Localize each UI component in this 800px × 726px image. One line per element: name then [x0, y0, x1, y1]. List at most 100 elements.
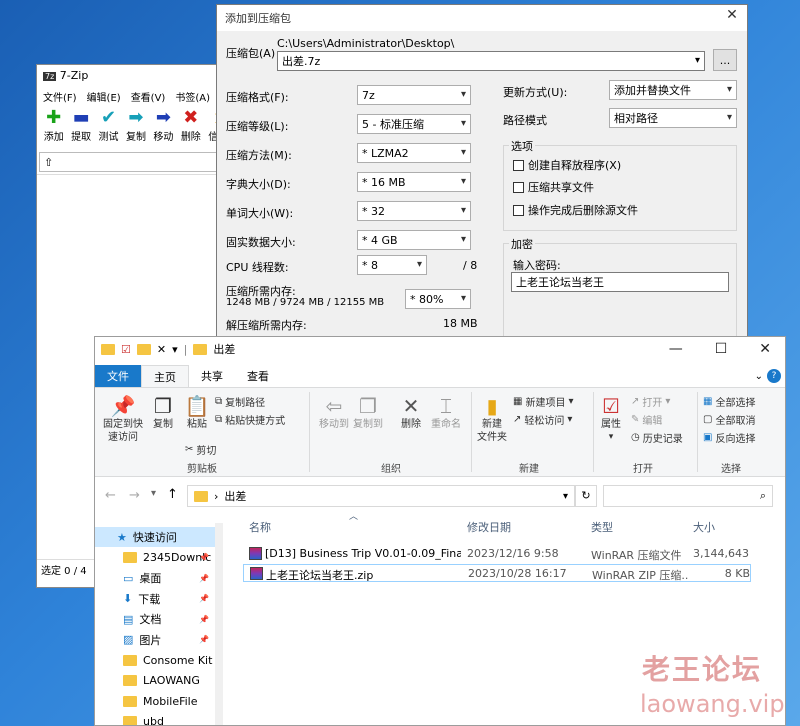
option-sfx[interactable]: 创建自释放程序(X): [513, 157, 621, 173]
nav-item[interactable]: ubd: [95, 712, 223, 725]
nav-item[interactable]: 2345Downlc 📌: [95, 548, 223, 568]
move-to-button[interactable]: ⇦ 移动到: [317, 394, 351, 431]
tab-home[interactable]: 主页: [141, 365, 189, 387]
option-sfx-checkbox[interactable]: [513, 159, 524, 171]
tool-delete-button[interactable]: ✖ 删除: [178, 108, 203, 148]
path-mode-select[interactable]: 相对路径 ▾: [609, 108, 737, 128]
tab-share[interactable]: 共享: [189, 365, 235, 387]
setting-select[interactable]: * LZMA2 ▾: [357, 143, 471, 163]
setting-select[interactable]: 5 - 标准压缩 ▾: [357, 114, 471, 134]
column-name[interactable]: 名称: [249, 519, 271, 535]
nav-item[interactable]: Consome Kitch: [95, 650, 223, 670]
pin-icon[interactable]: 📌: [199, 574, 209, 583]
edit-button[interactable]: ✎ 编辑: [631, 412, 662, 427]
nav-item[interactable]: ⬇ 下载 📌: [95, 589, 223, 609]
winrar-archive-icon: [250, 567, 263, 580]
setting-select[interactable]: * 32 ▾: [357, 201, 471, 221]
easy-access-button[interactable]: ↗ 轻松访问 ▾: [513, 412, 572, 427]
search-input[interactable]: ⌕: [603, 485, 773, 507]
recent-dropdown-icon[interactable]: ▾: [151, 488, 156, 499]
7zip-address-bar[interactable]: ⇧: [39, 152, 233, 172]
memory-usage-select[interactable]: * 80% ▾: [405, 289, 471, 309]
browse-button[interactable]: ...: [713, 49, 737, 71]
column-size[interactable]: 大小: [693, 519, 715, 535]
nav-item[interactable]: MobileFile: [95, 691, 223, 711]
help-icon[interactable]: ?: [767, 369, 781, 383]
setting-select[interactable]: * 4 GB ▾: [357, 230, 471, 250]
tab-file[interactable]: 文件: [95, 365, 141, 387]
pin-icon[interactable]: 📌: [199, 594, 209, 603]
menu-edit[interactable]: 编辑(E): [87, 89, 121, 104]
setting-select[interactable]: * 16 MB ▾: [357, 172, 471, 192]
breadcrumb-item[interactable]: 出差: [224, 488, 246, 504]
nav-item[interactable]: ★ 快速访问: [95, 527, 223, 547]
nav-item[interactable]: ▨ 图片 📌: [95, 630, 223, 650]
option-delete-after[interactable]: 操作完成后删除源文件: [513, 202, 638, 218]
history-button[interactable]: ◷ 历史记录: [631, 430, 683, 445]
copy-to-button[interactable]: ❐ 复制到: [351, 394, 385, 431]
cut-button[interactable]: ✂ 剪切: [185, 442, 216, 457]
file-row[interactable]: 上老王论坛当老王.zip 2023/10/28 16:17 WinRAR ZIP 压…: [243, 564, 751, 582]
menu-file[interactable]: 文件(F): [43, 89, 77, 104]
select-none-button[interactable]: ▢ 全部取消: [703, 412, 755, 427]
up-folder-icon[interactable]: ⇧: [44, 156, 53, 169]
paste-button[interactable]: 📋 粘贴: [183, 394, 211, 431]
breadcrumb[interactable]: › 出差 ▾: [187, 485, 575, 507]
properties-button[interactable]: ☑ 属性 ▾: [597, 394, 625, 444]
copy-button[interactable]: ❐ 复制: [149, 394, 177, 431]
chevron-down-icon: ▾: [460, 89, 466, 100]
tool-extract-button[interactable]: ▬ 提取: [68, 108, 93, 148]
tool-copy-button[interactable]: ➡ 复制: [123, 108, 148, 148]
new-group-label: 新建: [519, 464, 539, 475]
tab-view[interactable]: 查看: [235, 365, 281, 387]
up-arrow-icon[interactable]: ↑: [167, 487, 178, 502]
select-all-button[interactable]: ▦ 全部选择: [703, 394, 755, 409]
password-input[interactable]: 上老王论坛当老王: [511, 272, 729, 292]
chevron-down-icon[interactable]: ▾: [695, 55, 700, 66]
archive-name-input[interactable]: 出差.7z ▾: [277, 51, 705, 71]
delete-button[interactable]: ✕ 删除: [397, 394, 425, 431]
pin-icon[interactable]: 📌: [199, 615, 209, 624]
nav-item[interactable]: ▭ 桌面 📌: [95, 568, 223, 588]
column-type[interactable]: 类型: [591, 519, 613, 535]
maximize-icon[interactable]: ☐: [715, 341, 728, 357]
file-row[interactable]: [D13] Business Trip V0.01-0.09_Final [..…: [243, 545, 751, 563]
delete-x-icon[interactable]: ✕: [157, 343, 166, 356]
rename-button[interactable]: ⌶ 重命名: [429, 394, 463, 431]
new-folder-icon[interactable]: [136, 343, 151, 355]
cpu-threads-select[interactable]: * 8 ▾: [357, 255, 427, 275]
column-date[interactable]: 修改日期: [467, 519, 511, 535]
pin-quick-access-button[interactable]: 📌 固定到快 速访问: [103, 394, 143, 444]
tool-test-button[interactable]: ✔ 测试: [96, 108, 121, 148]
collapse-ribbon-icon[interactable]: ⌄: [755, 371, 763, 382]
nav-item[interactable]: ▤ 文档 📌: [95, 609, 223, 629]
option-shared-checkbox[interactable]: [513, 181, 524, 193]
close-icon[interactable]: ✕: [721, 7, 743, 23]
new-folder-button[interactable]: ▮ 新建 文件夹: [475, 394, 509, 444]
menu-view[interactable]: 查看(V): [131, 89, 166, 104]
tool-add-button[interactable]: ✚ 添加: [41, 108, 66, 148]
close-icon[interactable]: ✕: [759, 341, 771, 357]
invert-selection-button[interactable]: ▣ 反向选择: [703, 430, 755, 445]
back-arrow-icon[interactable]: ←: [105, 488, 116, 503]
forward-arrow-icon[interactable]: →: [129, 488, 140, 503]
tool-move-button[interactable]: ➡ 移动: [151, 108, 176, 148]
properties-check-icon[interactable]: ☑: [121, 343, 131, 356]
open-button[interactable]: ↗ 打开 ▾: [631, 394, 670, 409]
setting-select[interactable]: 7z ▾: [357, 85, 471, 105]
chevron-down-icon[interactable]: ▾: [563, 491, 568, 502]
update-mode-select[interactable]: 添加并替换文件 ▾: [609, 80, 737, 100]
refresh-icon[interactable]: ↻: [575, 485, 597, 507]
pin-icon[interactable]: 📌: [199, 553, 209, 562]
option-delete-after-checkbox[interactable]: [513, 204, 524, 216]
copy-path-button[interactable]: ⧉ 复制路径: [215, 394, 265, 409]
pin-icon[interactable]: 📌: [199, 635, 209, 644]
nav-scrollbar[interactable]: [215, 523, 223, 725]
menu-bookmarks[interactable]: 书签(A): [175, 89, 210, 104]
minimize-icon[interactable]: —: [669, 341, 683, 357]
customize-dropdown-icon[interactable]: ▾: [172, 343, 178, 356]
paste-shortcut-button[interactable]: ⧉ 粘贴快捷方式: [215, 412, 285, 427]
option-shared[interactable]: 压缩共享文件: [513, 179, 594, 195]
nav-item[interactable]: LAOWANG: [95, 671, 223, 691]
new-item-button[interactable]: ▦ 新建项目 ▾: [513, 394, 573, 409]
